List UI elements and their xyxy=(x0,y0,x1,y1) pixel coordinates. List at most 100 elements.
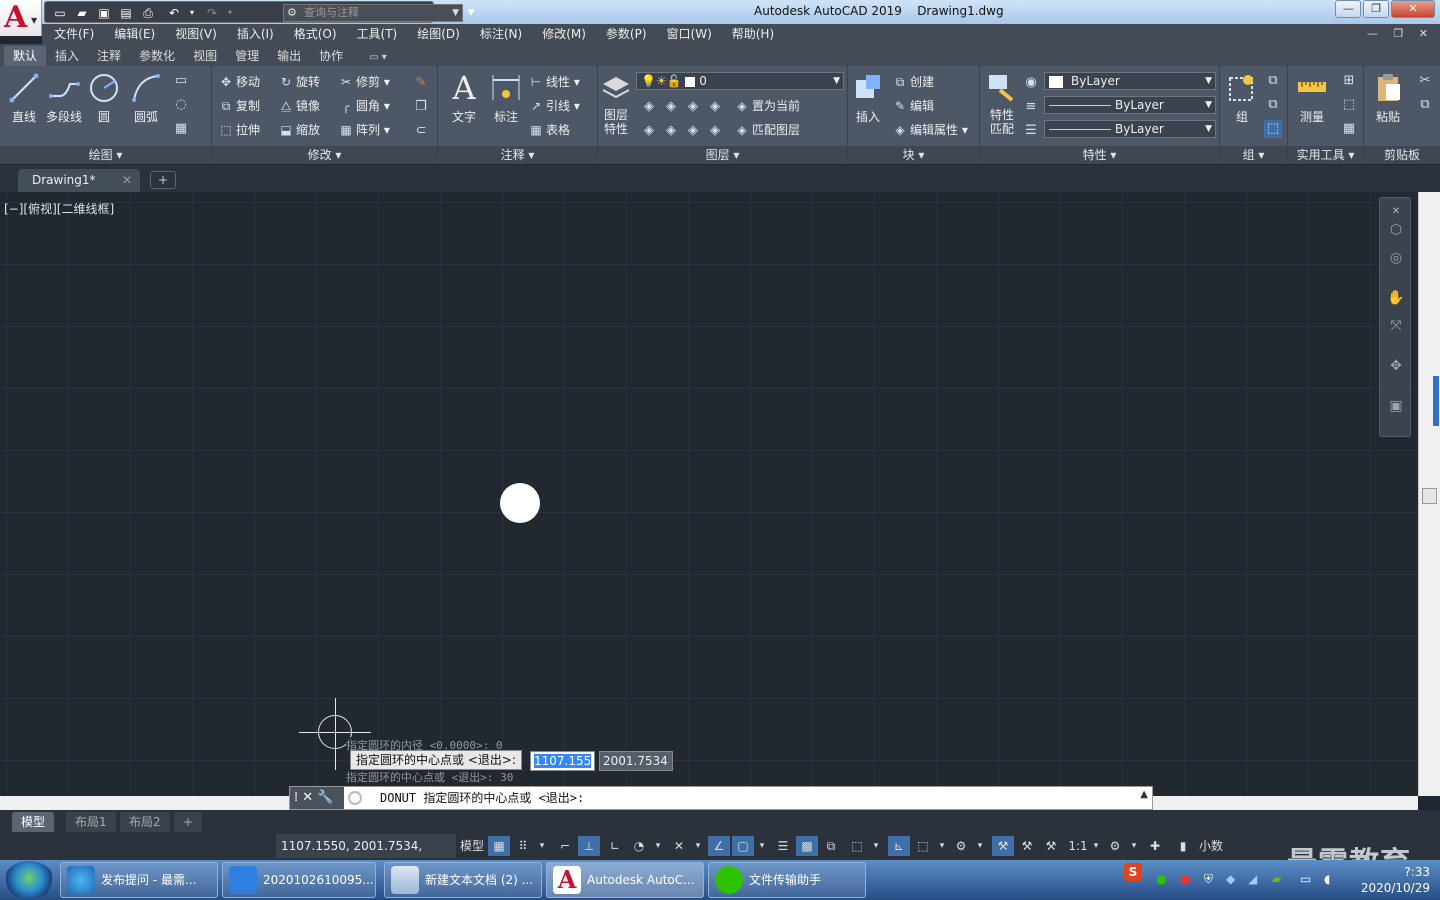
donut-shape[interactable] xyxy=(500,483,540,523)
layer-unisolate-icon[interactable]: ◈ xyxy=(662,122,680,140)
chevron-down-icon[interactable]: ▾ xyxy=(652,836,664,856)
scale-button[interactable]: ⬓ 缩放 xyxy=(278,120,320,140)
chevron-down-icon[interactable]: ▾ xyxy=(756,836,768,856)
menu-item-4[interactable]: 格式(O) xyxy=(294,24,337,44)
new-file-icon[interactable]: ▭ xyxy=(51,4,69,22)
calculator-icon[interactable]: ▦ xyxy=(1340,120,1358,138)
dynamic-input-x[interactable]: 1107.155 xyxy=(530,751,595,771)
ribbon-tab-3[interactable]: 参数化 xyxy=(130,46,184,66)
match-layer-button[interactable]: ◈ 匹配图层 xyxy=(734,120,800,140)
annotation-scale-value[interactable]: 1:1 xyxy=(1066,836,1090,856)
select-all-icon[interactable]: ⬚ xyxy=(1340,96,1358,114)
layer-thaw-icon[interactable]: ◈ xyxy=(684,122,702,140)
create-block-button[interactable]: ⧉ 创建 xyxy=(892,72,934,92)
menu-item-10[interactable]: 窗口(W) xyxy=(667,24,712,44)
line-button[interactable]: 直线 xyxy=(4,72,44,125)
selection-cycling-icon[interactable]: ⧉ xyxy=(820,836,842,856)
paste-button[interactable]: 粘贴 xyxy=(1368,72,1408,125)
groups-panel-title[interactable]: 组 ▾ xyxy=(1220,146,1287,164)
annotation-panel-title[interactable]: 注释 ▾ xyxy=(438,146,597,164)
layout-tab-2[interactable]: 布局2 xyxy=(120,812,170,832)
layer-isolate-icon[interactable]: ◈ xyxy=(662,98,680,116)
vertical-scrollbar[interactable] xyxy=(1418,192,1440,796)
object-snap-tracking-icon[interactable]: ∠ xyxy=(708,836,730,856)
polyline-button[interactable]: 多段线 xyxy=(44,72,84,125)
match-properties-button[interactable]: 特性匹配 xyxy=(982,72,1022,136)
ribbon-tab-4[interactable]: 视图 xyxy=(184,46,226,66)
color-dropdown[interactable]: ByLayer ▼ xyxy=(1044,72,1216,90)
measure-button[interactable]: 测量 xyxy=(1292,72,1332,125)
save-as-icon[interactable]: ▤ xyxy=(117,4,135,22)
zoom-extents-icon[interactable]: ⤧ xyxy=(1386,316,1406,336)
draw-panel-title[interactable]: 绘图 ▾ xyxy=(0,146,211,164)
taskbar-item-video[interactable]: 2020102610095... xyxy=(222,862,376,898)
auto-scale-icon[interactable]: ⚒ xyxy=(1016,836,1038,856)
ribbon-tab-0[interactable]: 默认 xyxy=(4,46,47,66)
model-space-toggle[interactable]: 模型 xyxy=(458,836,486,856)
id-point-icon[interactable]: ⊞ xyxy=(1340,72,1358,90)
array-button[interactable]: ▦ 阵列 ▾ xyxy=(338,120,390,140)
print-icon[interactable]: ⎙ xyxy=(139,4,157,22)
menu-item-6[interactable]: 绘图(D) xyxy=(417,24,460,44)
nvidia-icon[interactable]: ▰ xyxy=(1272,872,1281,886)
layer-off-icon[interactable]: ◈ xyxy=(640,98,658,116)
linetype-dropdown[interactable]: ByLayer ▼ xyxy=(1044,96,1216,114)
dynamic-input-icon[interactable]: ⊥ xyxy=(578,836,600,856)
chevron-down-icon[interactable]: ▾ xyxy=(870,836,882,856)
object-snap-icon[interactable]: ▢ xyxy=(732,836,754,856)
coordinates-display[interactable]: 1107.1550, 2001.7534, 0.0000 xyxy=(276,834,456,877)
circle-button[interactable]: 圆 xyxy=(84,72,124,125)
restore-button[interactable]: ❐ xyxy=(1363,0,1390,18)
ribbon-tab-6[interactable]: 输出 xyxy=(268,46,310,66)
ribbon-tab-7[interactable]: 协作 xyxy=(310,46,352,66)
file-tab-drawing1[interactable]: Drawing1* ✕ xyxy=(18,169,140,192)
insert-block-button[interactable]: 插入 xyxy=(848,72,888,125)
stretch-button[interactable]: ⬚ 拉伸 xyxy=(218,120,260,140)
infer-constraints-icon[interactable]: ⌐ xyxy=(554,836,576,856)
cut-icon[interactable]: ✂ xyxy=(1416,72,1434,90)
command-line-grip[interactable]: ⁞ ✕ 🔧 xyxy=(290,787,344,809)
edit-block-button[interactable]: ✎ 编辑 xyxy=(892,96,934,116)
set-current-button[interactable]: ◈ 置为当前 xyxy=(734,96,800,116)
network-icon[interactable]: ◢ xyxy=(1248,872,1257,886)
taskbar-item-autocad[interactable]: A Autodesk AutoC... xyxy=(546,862,704,898)
scrollbar-thumb[interactable] xyxy=(1422,488,1437,504)
command-line[interactable]: ⁞ ✕ 🔧 DONUT 指定圆环的中心点或 <退出>: ▲ xyxy=(289,786,1153,810)
layers-panel-title[interactable]: 图层 ▾ xyxy=(598,146,847,164)
layer-lock-icon[interactable]: ◈ xyxy=(706,98,724,116)
menu-item-1[interactable]: 编辑(E) xyxy=(114,24,155,44)
undo-dropdown-icon[interactable]: ▾ xyxy=(183,4,201,22)
wechat-tray-icon[interactable]: ● xyxy=(1156,872,1166,886)
lineweight-dropdown[interactable]: ByLayer ▼ xyxy=(1044,120,1216,138)
leader-button[interactable]: ↗ 引线 ▾ xyxy=(528,96,580,116)
annotation-monitor-icon[interactable]: ✚ xyxy=(1144,836,1166,856)
linear-dim-button[interactable]: ⊢ 线性 ▾ xyxy=(528,72,580,92)
offset-icon[interactable]: ⊂ xyxy=(412,122,430,140)
dynamic-ucs-icon[interactable]: ⊾ xyxy=(888,836,910,856)
menu-item-5[interactable]: 工具(T) xyxy=(357,24,398,44)
modify-panel-title[interactable]: 修改 ▾ xyxy=(212,146,437,164)
sogou-ime-icon[interactable]: S xyxy=(1124,863,1142,881)
start-button[interactable] xyxy=(4,861,54,899)
text-button[interactable]: A 文字 xyxy=(444,72,484,125)
mirror-button[interactable]: ⧋ 镜像 xyxy=(278,96,320,116)
layer-dropdown[interactable]: 💡☀🔓 0 ▼ xyxy=(636,72,844,90)
command-prompt-icon[interactable] xyxy=(348,791,362,805)
command-text[interactable]: DONUT 指定圆环的中心点或 <退出>: xyxy=(380,787,584,809)
menu-item-7[interactable]: 标注(N) xyxy=(480,24,522,44)
layer-freeze-icon[interactable]: ◈ xyxy=(684,98,702,116)
rectangle-icon[interactable]: ▭ xyxy=(172,72,190,90)
units-value[interactable]: 小数 xyxy=(1196,836,1226,856)
block-panel-title[interactable]: 块 ▾ xyxy=(848,146,979,164)
viewport-controls-label[interactable]: [−][俯视][二维线框] xyxy=(4,200,114,217)
showmotion-icon[interactable]: ▣ xyxy=(1386,396,1406,416)
close-button[interactable]: ✕ xyxy=(1391,0,1435,18)
chevron-down-icon[interactable]: ▾ xyxy=(936,836,948,856)
polar-icon[interactable]: ◔ xyxy=(628,836,650,856)
drawing-canvas[interactable]: [−][俯视][二维线框] ✕ ⬡ ◎ ✋ ⤧ ✥ ▣ 指定圆环的内径 <0.0… xyxy=(0,192,1418,796)
add-layout-button[interactable]: + xyxy=(174,812,203,832)
close-tab-icon[interactable]: ✕ xyxy=(122,169,132,191)
redo-dropdown-icon[interactable]: ▾ xyxy=(221,4,239,22)
chevron-down-icon[interactable]: ▾ xyxy=(536,836,548,856)
viewcube-icon[interactable]: ⬡ xyxy=(1386,220,1406,240)
